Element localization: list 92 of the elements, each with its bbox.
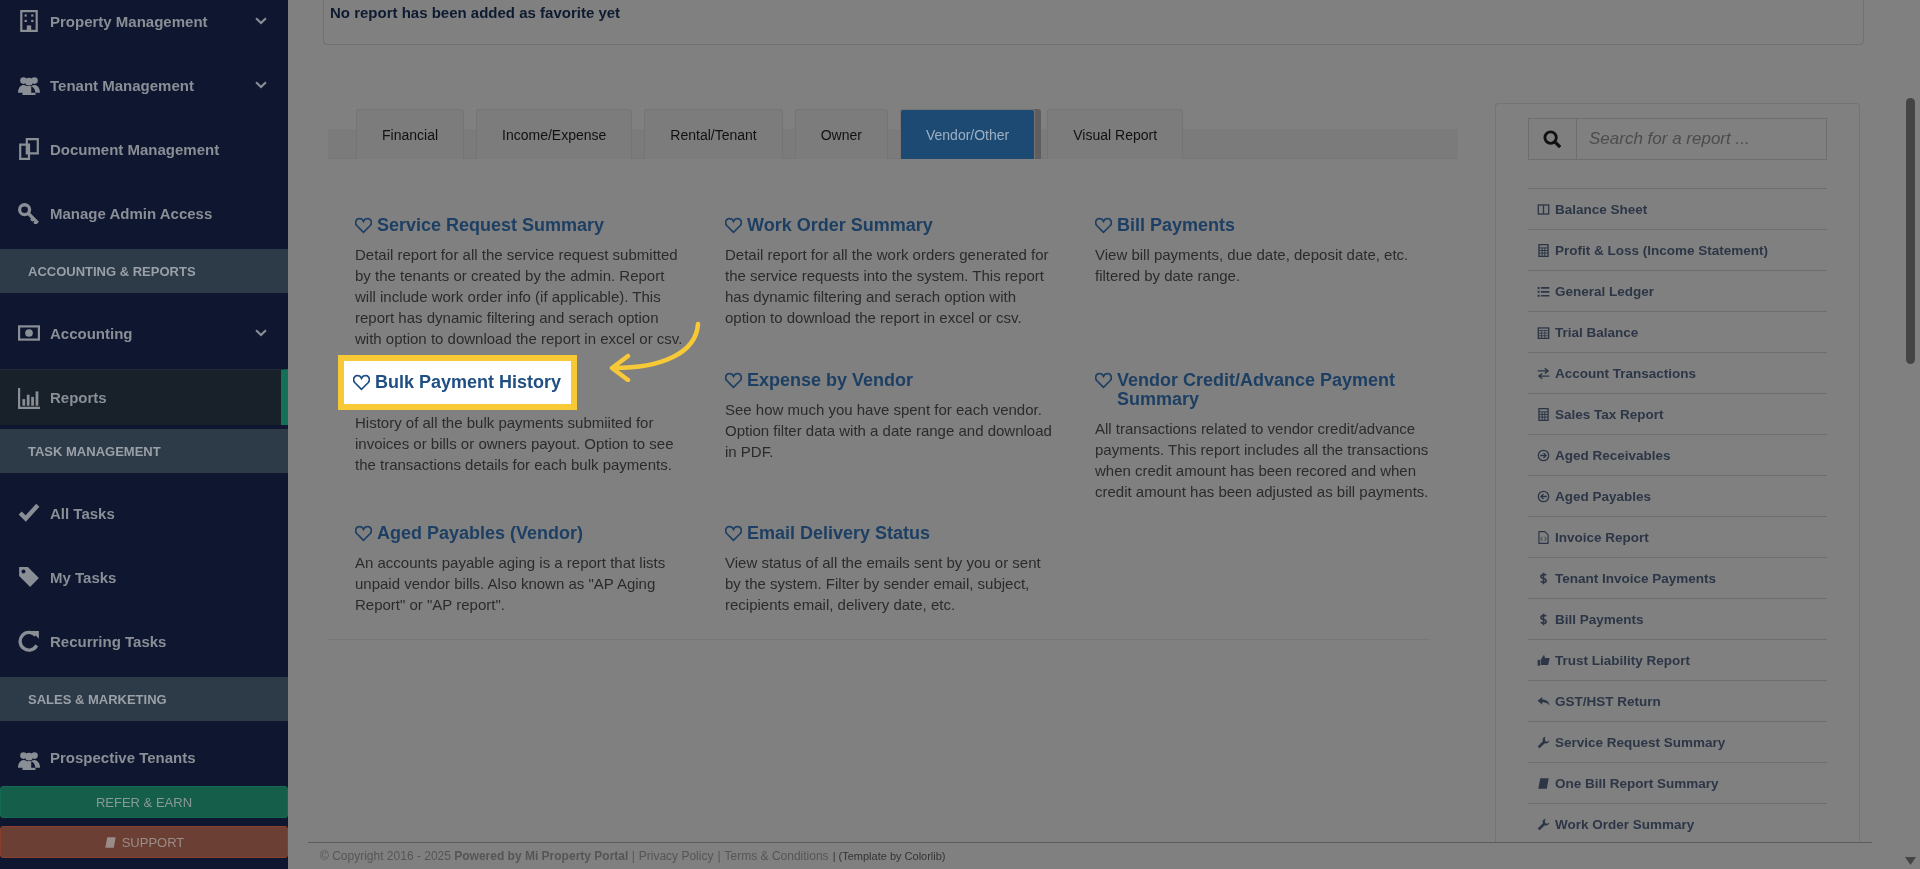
circle-arrow-left-icon [1537, 489, 1550, 503]
report-link[interactable]: Work Order Summary [725, 216, 933, 235]
section-header: TASK MANAGEMENT [0, 429, 288, 473]
report-link[interactable]: Service Request Summary [355, 216, 605, 235]
report-list-item[interactable]: Account Transactions [1528, 353, 1827, 394]
nav-item[interactable]: All Tasks [0, 481, 288, 545]
nav-item[interactable]: Prospective Tenants [0, 729, 288, 785]
report-description: Detail report for all the work orders generated for the service requests into the system. This report has dynamic filtering and serach option with option to download the report in excel or csv. [725, 245, 1050, 328]
support-button[interactable]: SUPPORT [0, 826, 288, 858]
heart-icon [725, 372, 742, 389]
banknote-icon [18, 322, 40, 344]
highlighted-report-link[interactable]: Bulk Payment History [338, 355, 578, 410]
nav-item[interactable]: My Tasks [0, 545, 288, 609]
report-description: Detail report for all the service request submitted by the tenants or created by the admin. Report will include work order info (if applicable). This report has dynamic filtering and serach option with option to download the report in excel or csv. [355, 245, 684, 349]
report-tab[interactable]: Visual Report [1047, 109, 1184, 159]
report-list-item[interactable]: Work Order Summary [1528, 804, 1827, 842]
copyright-text: | [717, 849, 721, 863]
heart-icon [353, 374, 370, 391]
nav-item[interactable]: Reports [0, 369, 288, 425]
report-list-item[interactable]: Aged Receivables [1528, 435, 1827, 476]
report-tab[interactable]: Rental/Tenant [644, 109, 783, 159]
swap-arrows-icon [1537, 366, 1550, 380]
report-list-item[interactable]: Trust Liability Report [1528, 640, 1827, 681]
report-link[interactable]: Aged Payables (Vendor) [355, 524, 584, 543]
template-credit: | (Template by Colorlib) [832, 850, 946, 862]
documents-icon [18, 138, 40, 160]
heart-icon [355, 525, 372, 542]
search-icon [1543, 129, 1562, 149]
report-list-item[interactable]: General Ledger [1528, 271, 1827, 312]
report-list-item[interactable]: Aged Payables [1528, 476, 1827, 517]
report-tab[interactable]: Owner [794, 109, 888, 159]
report-list-item[interactable]: Balance Sheet [1528, 189, 1827, 230]
report-link[interactable]: Expense by Vendor [725, 371, 914, 390]
empty-favorites-message: No report has been added as favorite yet [330, 4, 621, 21]
nav-item[interactable]: Property Management [0, 0, 288, 53]
report-list-item[interactable]: Invoice Report [1528, 517, 1827, 558]
report-list-item[interactable]: Bill Payments [1528, 599, 1827, 640]
book-icon [103, 835, 117, 849]
section-header: ACCOUNTING & REPORTS [0, 249, 288, 293]
report-description: View status of all the emails sent by you or sent by the system. Filter by sender email, subject, recipients email, delivery date, etc. [725, 553, 1042, 615]
section-header: SALES & MARKETING [0, 677, 288, 721]
report-description: See how much you have spent for each vendor. Option filter data with a date range and download in PDF. [725, 400, 1053, 462]
thumbs-up-icon [1537, 653, 1550, 667]
heart-icon [1095, 372, 1112, 389]
report-link[interactable]: Email Delivery Status [725, 524, 931, 543]
tag-icon [18, 566, 40, 588]
report-list-item[interactable]: Service Request Summary [1528, 722, 1827, 763]
nav-item[interactable]: Tenant Management [0, 53, 288, 117]
report-description: History of all the bulk payments submiited for invoices or bills or owners payout. Option to see the transactions details for each bulk payments. [355, 413, 675, 475]
users-icon [18, 749, 40, 771]
list-icon [1537, 284, 1550, 298]
refresh-icon [18, 630, 40, 652]
wrench-icon [1537, 817, 1550, 831]
code-file-icon [1537, 530, 1550, 544]
report-list-item[interactable]: Tenant Invoice Payments [1528, 558, 1827, 599]
scrollbar-thumb[interactable] [1906, 98, 1915, 364]
dollar-icon [1537, 612, 1550, 626]
nav-item[interactable]: Manage Admin Access [0, 181, 288, 245]
report-list-item[interactable]: Profit & Loss (Income Statement) [1528, 230, 1827, 271]
refer-earn-button[interactable]: REFER & EARN [0, 786, 288, 818]
nav-item[interactable]: Recurring Tasks [0, 609, 288, 673]
heart-icon [355, 217, 372, 234]
building-icon [18, 10, 40, 32]
checkmark-icon [18, 502, 40, 524]
heart-icon [1095, 217, 1112, 234]
report-list-item[interactable]: Sales Tax Report [1528, 394, 1827, 435]
report-list-item[interactable]: Trial Balance [1528, 312, 1827, 353]
report-description: View bill payments, due date, deposit date, etc. filtered by date range. [1095, 245, 1410, 286]
heart-icon [725, 217, 742, 234]
report-link[interactable]: Vendor Credit/Advance Payment Summary [1095, 371, 1429, 409]
report-description: All transactions related to vendor credit/advance payments. This report includes all the transactions when credit amount has been recored and when credit amount has been adjusted as bill payments. [1095, 419, 1429, 502]
bar-chart-icon [18, 386, 40, 409]
report-list-item[interactable]: One Bill Report Summary [1528, 763, 1827, 804]
key-icon [18, 202, 40, 224]
nav-item[interactable]: Accounting [0, 301, 288, 365]
report-list-item[interactable]: GST/HST Return [1528, 681, 1827, 722]
report-tab[interactable]: Income/Expense [476, 109, 633, 159]
wrench-icon [1537, 735, 1550, 749]
report-link[interactable]: Bill Payments [1095, 216, 1236, 235]
nav-item[interactable]: Document Management [0, 117, 288, 181]
report-description: An accounts payable aging is a report that lists unpaid vendor bills. Also known as "AP Aging Report" or "AP report". [355, 553, 667, 615]
columns-icon [1537, 202, 1550, 216]
book-icon [1537, 776, 1550, 790]
calculator-icon [1537, 407, 1550, 421]
dollar-icon [1537, 571, 1550, 585]
calendar-icon [1537, 325, 1550, 339]
users-icon [18, 74, 40, 96]
report-tab[interactable]: Financial [356, 109, 465, 159]
scroll-down-icon[interactable] [1905, 857, 1916, 865]
circle-arrow-right-icon [1537, 448, 1550, 462]
calculator-icon [1537, 243, 1550, 257]
heart-icon [725, 525, 742, 542]
